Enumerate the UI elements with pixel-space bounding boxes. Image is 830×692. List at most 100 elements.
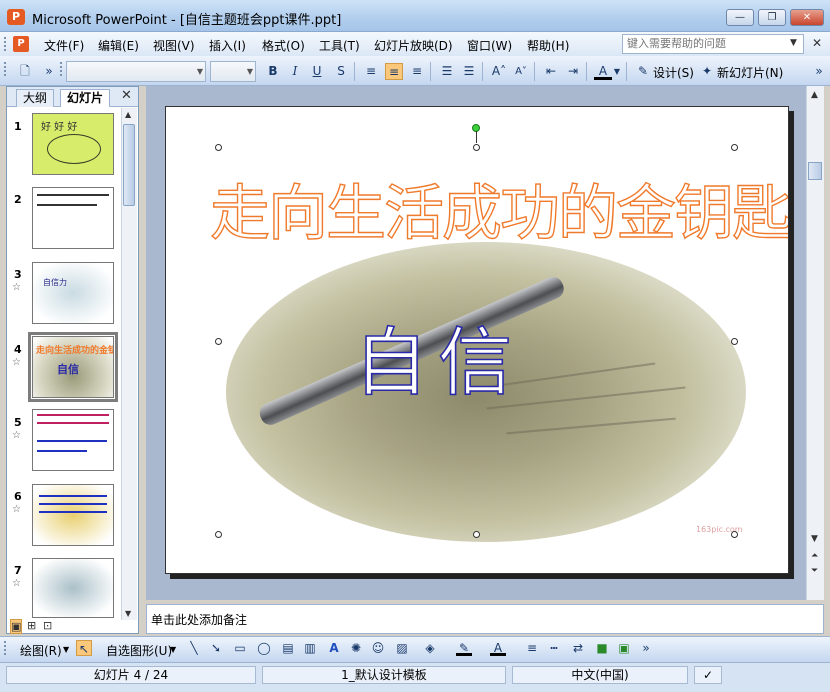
italic-icon[interactable]: I	[286, 63, 304, 80]
font-name-select[interactable]: ▼	[66, 61, 206, 82]
restore-button[interactable]: ❐	[758, 9, 786, 26]
slide-thumbnail-6[interactable]	[32, 484, 114, 546]
menu-view[interactable]: 视图(V)	[153, 37, 195, 54]
design-button[interactable]: 设计(S)	[653, 64, 694, 81]
textbox-icon[interactable]: ▤	[280, 640, 296, 656]
resize-handle[interactable]	[731, 338, 738, 345]
menu-tools[interactable]: 工具(T)	[319, 37, 360, 54]
slide-thumbnail-2[interactable]	[32, 187, 114, 249]
scroll-up-icon[interactable]: ▲	[811, 90, 818, 100]
menu-file[interactable]: 文件(F)	[44, 37, 84, 54]
toolbar-grip[interactable]	[4, 641, 7, 655]
help-search-input[interactable]	[622, 34, 804, 54]
picture-icon[interactable]: ▨	[394, 640, 410, 656]
rectangle-icon[interactable]: ▭	[232, 640, 248, 656]
resize-handle[interactable]	[731, 531, 738, 538]
previous-slide-icon[interactable]: ⏶	[811, 551, 818, 561]
arrow-style-icon[interactable]: ⇄	[570, 640, 586, 656]
shadow-icon[interactable]: S	[332, 63, 350, 80]
menu-grip[interactable]	[4, 37, 7, 51]
slide-thumbnail-4[interactable]: 走向生活成功的金钥匙 自信	[28, 332, 118, 402]
toolbar-more-icon[interactable]: »	[638, 640, 654, 656]
align-left-icon[interactable]: ≡	[362, 63, 380, 80]
notes-pane[interactable]: 单击此处添加备注	[146, 604, 824, 634]
vertical-textbox-icon[interactable]: ▥	[302, 640, 318, 656]
powerpoint-app-icon[interactable]: P	[7, 9, 25, 25]
slide-title[interactable]: 走向生活成功的金钥匙	[209, 165, 788, 252]
document-close-icon[interactable]: ✕	[812, 36, 822, 50]
autoshapes-button[interactable]: 自选图形(U)	[106, 642, 172, 659]
menu-slideshow[interactable]: 幻灯片放映(D)	[374, 37, 453, 54]
menu-format[interactable]: 格式(O)	[262, 37, 305, 54]
shadow-style-icon[interactable]: ■	[594, 640, 610, 656]
font-color-dropdown-icon[interactable]: ▼	[612, 63, 622, 80]
decrease-indent-icon[interactable]: ⇤	[542, 63, 560, 80]
decrease-font-icon[interactable]: A˅	[512, 63, 530, 80]
slideshow-view-icon[interactable]: ⊡	[43, 619, 52, 632]
slide-thumbnail-1[interactable]: 好 好 好	[32, 113, 114, 175]
slide-thumbnail-3[interactable]: 自信力	[32, 262, 114, 324]
bullets-icon[interactable]: ☰	[460, 63, 478, 80]
new-document-icon[interactable]: 🗋	[16, 63, 34, 80]
font-size-select[interactable]: ▼	[210, 61, 256, 82]
draw-dropdown-icon[interactable]: ▼	[63, 645, 69, 654]
resize-handle[interactable]	[215, 144, 222, 151]
spelling-status-icon[interactable]: ✓	[694, 666, 722, 684]
resize-handle[interactable]	[215, 338, 222, 345]
3d-style-icon[interactable]: ▣	[616, 640, 632, 656]
font-color-icon[interactable]: A	[490, 640, 506, 656]
select-pointer-icon[interactable]: ↖	[76, 640, 92, 656]
line-style-icon[interactable]: ≡	[524, 640, 540, 656]
numbering-icon[interactable]: ☰	[438, 63, 456, 80]
font-color-icon[interactable]: A	[594, 63, 612, 80]
resize-handle[interactable]	[215, 531, 222, 538]
draw-menu-button[interactable]: 绘图(R)	[20, 642, 62, 659]
menu-window[interactable]: 窗口(W)	[467, 37, 512, 54]
menu-insert[interactable]: 插入(I)	[209, 37, 246, 54]
align-right-icon[interactable]: ≡	[408, 63, 426, 80]
slide-thumbnail-7[interactable]	[32, 558, 114, 618]
slide-sorter-icon[interactable]: ⊞	[27, 619, 36, 632]
bold-icon[interactable]: B	[264, 63, 282, 80]
close-button[interactable]: ✕	[790, 9, 824, 26]
new-slide-button[interactable]: 新幻灯片(N)	[717, 64, 783, 81]
wordart-icon[interactable]: A	[326, 640, 342, 656]
menu-help[interactable]: 帮助(H)	[527, 37, 569, 54]
increase-indent-icon[interactable]: ⇥	[564, 63, 582, 80]
resize-handle[interactable]	[473, 144, 480, 151]
slide-thumbnail-5[interactable]	[32, 409, 114, 471]
underline-icon[interactable]: U	[308, 63, 326, 80]
design-icon[interactable]: ✎	[634, 63, 652, 80]
resize-handle[interactable]	[473, 531, 480, 538]
new-slide-icon[interactable]: ✦	[698, 63, 716, 80]
line-color-icon[interactable]: ✎	[456, 640, 472, 656]
increase-font-icon[interactable]: A˄	[490, 63, 508, 80]
arrow-icon[interactable]: ➘	[208, 640, 224, 656]
align-center-icon[interactable]: ≡	[385, 63, 403, 80]
minimize-button[interactable]: —	[726, 9, 754, 26]
tab-slides[interactable]: 幻灯片	[60, 89, 111, 107]
menu-edit[interactable]: 编辑(E)	[98, 37, 139, 54]
scroll-down-icon[interactable]: ▼	[125, 609, 131, 618]
toolbar-grip[interactable]	[4, 62, 7, 76]
current-slide[interactable]: 走向生活成功的金钥匙 自信 163pic.com	[165, 106, 789, 574]
slide-scrollbar-thumb[interactable]	[808, 162, 822, 180]
toolbar-more-icon[interactable]: »	[810, 63, 828, 80]
panel-close-icon[interactable]: ✕	[121, 88, 132, 103]
autoshapes-dropdown-icon[interactable]: ▼	[170, 645, 176, 654]
document-icon[interactable]: P	[13, 36, 29, 52]
next-slide-icon[interactable]: ⏷	[811, 566, 818, 576]
scroll-down-icon[interactable]: ▼	[811, 534, 818, 544]
fill-color-icon[interactable]: ◈	[422, 640, 438, 656]
toolbar-options-icon[interactable]: »	[40, 63, 58, 80]
help-dropdown-icon[interactable]: ▼	[790, 38, 797, 48]
oval-icon[interactable]: ◯	[256, 640, 272, 656]
scroll-up-icon[interactable]: ▲	[125, 110, 131, 119]
clipart-icon[interactable]: ☺	[370, 640, 386, 656]
slide-subtitle[interactable]: 自信	[353, 303, 522, 410]
normal-view-icon[interactable]: ▣	[10, 619, 23, 634]
tab-outline[interactable]: 大纲	[16, 89, 55, 107]
toolbar-grip-2[interactable]	[60, 62, 63, 76]
resize-handle[interactable]	[731, 144, 738, 151]
diagram-icon[interactable]: ✺	[348, 640, 364, 656]
